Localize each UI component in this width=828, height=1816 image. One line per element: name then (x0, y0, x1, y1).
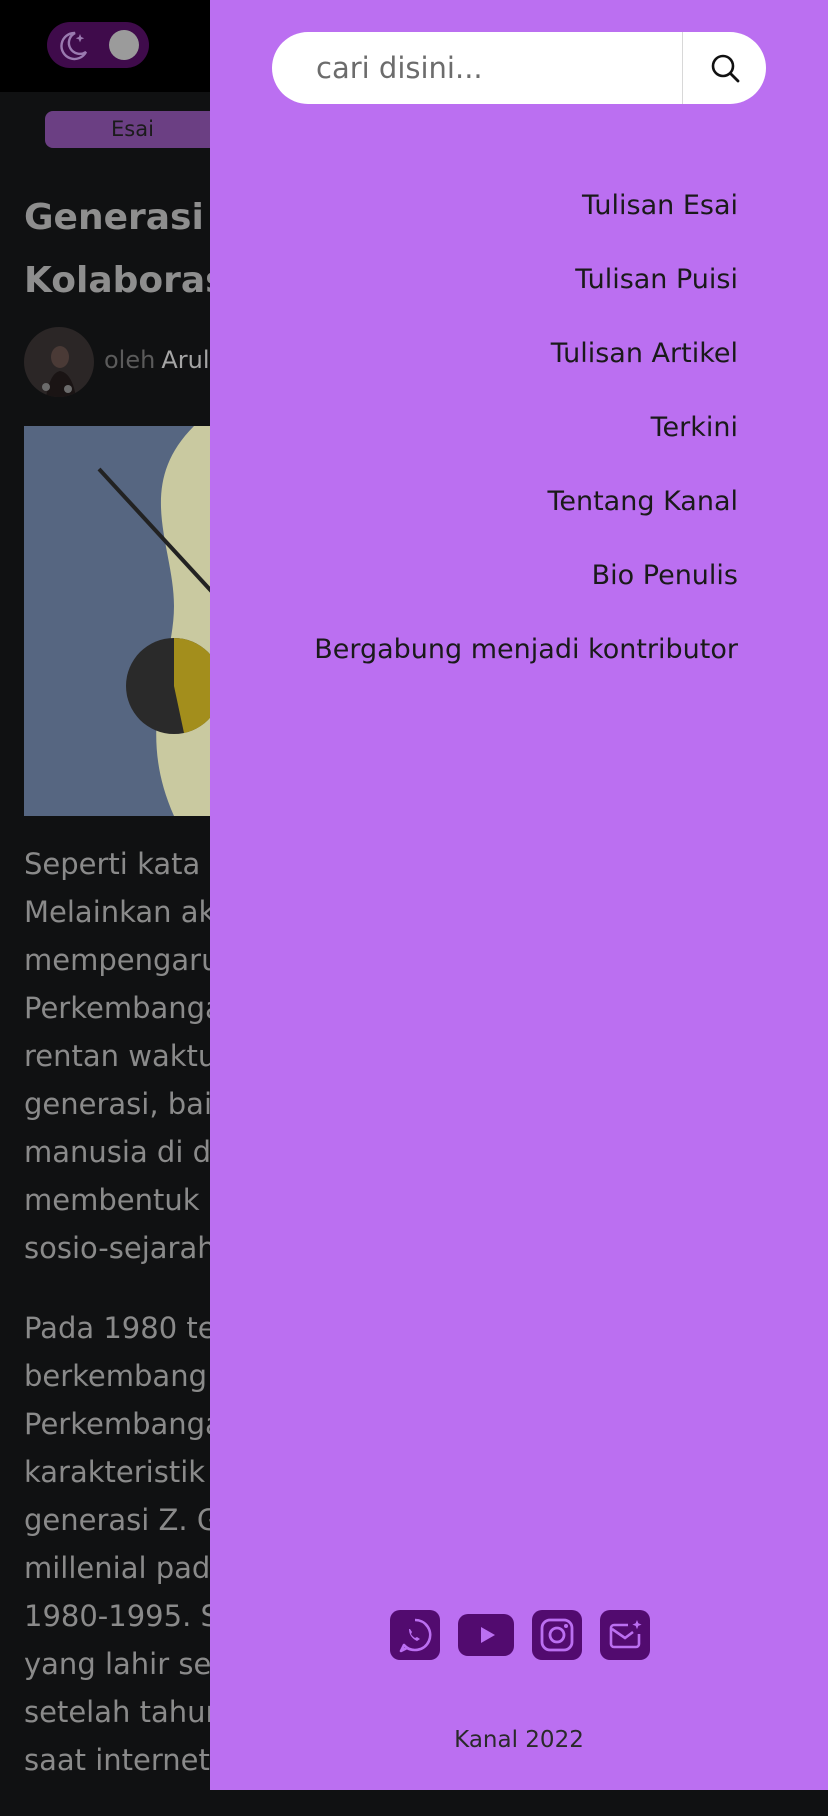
whatsapp-link[interactable] (390, 1610, 440, 1660)
youtube-link[interactable] (458, 1614, 514, 1656)
search-icon (711, 54, 739, 83)
search-input[interactable] (272, 32, 682, 104)
menu-item-tulisan-artikel[interactable]: Tulisan Artikel (314, 332, 738, 406)
menu-item-terkini[interactable]: Terkini (314, 406, 738, 480)
menu-item-bio-penulis[interactable]: Bio Penulis (314, 554, 738, 628)
menu-item-tulisan-esai[interactable]: Tulisan Esai (314, 184, 738, 258)
instagram-icon (540, 1618, 574, 1652)
author-avatar[interactable] (24, 327, 94, 397)
drawer-menu: Tulisan Esai Tulisan Puisi Tulisan Artik… (314, 184, 738, 702)
social-links (390, 1610, 650, 1660)
category-badge[interactable]: Esai (45, 111, 220, 148)
avatar-portrait (42, 346, 76, 397)
instagram-link[interactable] (532, 1610, 582, 1660)
mail-link[interactable] (600, 1610, 650, 1660)
whatsapp-icon (399, 1618, 432, 1653)
dark-mode-toggle[interactable] (47, 22, 149, 68)
mail-icon (609, 1620, 642, 1649)
byline-prefix: oleh (104, 346, 156, 374)
moon-icon (60, 31, 88, 61)
author-name[interactable]: Arul (161, 346, 209, 374)
side-drawer: Tulisan Esai Tulisan Puisi Tulisan Artik… (210, 0, 828, 1790)
footer-text: Kanal 2022 (454, 1727, 584, 1753)
search-button[interactable] (683, 32, 766, 104)
toggle-knob (109, 30, 139, 60)
menu-item-tulisan-puisi[interactable]: Tulisan Puisi (314, 258, 738, 332)
byline: oleh Arul (104, 346, 210, 374)
search-bar (272, 32, 766, 104)
menu-item-bergabung-kontributor[interactable]: Bergabung menjadi kontributor (314, 628, 738, 702)
youtube-icon (481, 1627, 495, 1643)
menu-item-tentang-kanal[interactable]: Tentang Kanal (314, 480, 738, 554)
